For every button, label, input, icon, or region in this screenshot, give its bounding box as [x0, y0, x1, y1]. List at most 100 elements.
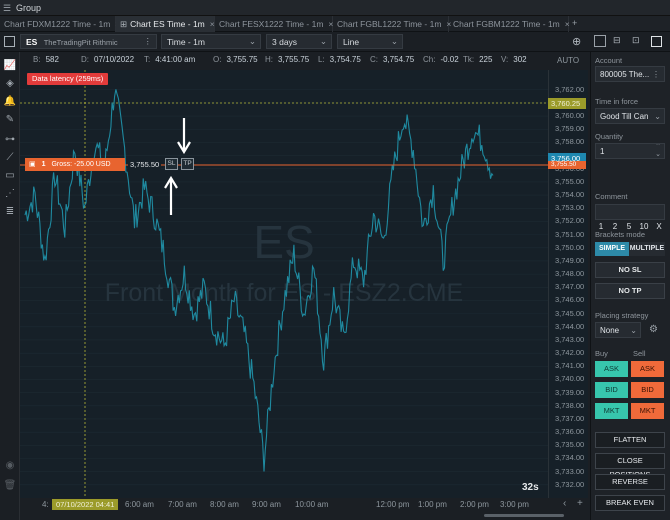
price-flag-position: 3,755.50 — [548, 161, 586, 169]
qty-clear[interactable]: X — [653, 220, 665, 234]
rectangle-icon[interactable]: ▭ — [3, 168, 17, 182]
y-tick-label: 3,741.00 — [555, 361, 585, 371]
y-tick-label: 3,746.00 — [555, 295, 585, 305]
no-tp-button[interactable]: NO TP — [595, 283, 665, 299]
buy-market-button[interactable]: MKT — [595, 403, 628, 419]
horizontal-scrollbar[interactable] — [484, 514, 564, 517]
y-tick-label: 3,737.00 — [555, 413, 585, 423]
search-zoom-icon[interactable]: ⊕ — [572, 35, 581, 48]
x-tick-label: 1:00 pm — [418, 500, 447, 509]
sell-ask-button[interactable]: ASK — [631, 361, 664, 377]
y-tick-label: 3,752.00 — [555, 216, 585, 226]
pencil-icon[interactable]: ✎ — [3, 112, 17, 126]
sell-bid-button[interactable]: BID — [631, 382, 664, 398]
info-date: D: 07/10/2022 — [81, 55, 135, 64]
chart-canvas[interactable]: ES Front Month for ES - ESZ2.CME — [20, 70, 548, 498]
break-even-button[interactable]: BREAK EVEN — [595, 495, 665, 511]
comment-input[interactable] — [595, 204, 665, 220]
brackets-simple[interactable]: SIMPLE — [595, 242, 629, 256]
stepper-arrows-icon[interactable]: ⌃ ⌄ — [655, 144, 661, 158]
close-icon[interactable]: × — [565, 19, 570, 29]
eye-icon[interactable]: ◉ — [3, 458, 17, 472]
menu-icon[interactable]: ☰ — [3, 3, 11, 14]
bell-icon[interactable]: 🔔 — [3, 94, 17, 108]
y-tick-label: 3,762.00 — [555, 84, 585, 94]
tab-fdxm[interactable]: Chart FDXM1222 Time - 1m× — [0, 16, 120, 32]
close-positions-button[interactable]: CLOSE POSITIONS — [595, 453, 665, 479]
timeframe-select[interactable]: Time - 1m ⌄ — [161, 34, 261, 49]
symbol-selector[interactable]: ES TheTradingPit Rithmic ⋮ — [20, 34, 157, 49]
price-flag-crosshair: 3,760.25 — [548, 98, 586, 109]
time-axis[interactable]: 07/10/2022 04:41 ‹ + 4: 6:00 am 7:00 am 8:0… — [20, 498, 588, 512]
info-change: Ch: -0.02 — [423, 55, 459, 64]
close-icon[interactable]: × — [210, 19, 215, 29]
chart-style-select[interactable]: Line ⌄ — [337, 34, 403, 49]
reverse-button[interactable]: REVERSE — [595, 474, 665, 490]
account-select[interactable]: 800005 The... ⋮ — [595, 66, 665, 82]
ohlc-infobar: B: 582 D: 07/10/2022 T: 4:41:00 am O: 3,755.… — [20, 55, 550, 67]
buy-ask-button[interactable]: ASK — [595, 361, 628, 377]
no-sl-button[interactable]: NO SL — [595, 262, 665, 278]
fibonacci-icon[interactable]: ⋰ — [3, 186, 17, 200]
range-select[interactable]: 3 days ⌄ — [266, 34, 332, 49]
chevron-down-icon: ⌄ — [654, 112, 661, 121]
quantity-label: Quantity — [595, 132, 623, 141]
annotation-arrow-up — [164, 175, 178, 215]
buy-bid-button[interactable]: BID — [595, 382, 628, 398]
tab-es[interactable]: ⊞ Chart ES Time - 1m × — [116, 16, 215, 32]
y-tick-label: 3,745.00 — [555, 308, 585, 318]
take-profit-button[interactable]: TP — [181, 158, 194, 170]
ruler-icon[interactable]: ≣ — [3, 204, 17, 218]
brackets-multiple[interactable]: MULTIPLE — [629, 242, 665, 256]
x-tick-label: 6:00 am — [125, 500, 154, 509]
y-tick-label: 3,753.00 — [555, 203, 585, 213]
price-chart[interactable]: ES Front Month for ES - ESZ2.CME Data la… — [20, 70, 548, 498]
placing-strategy-select[interactable]: None ⌄ — [595, 322, 641, 338]
tab-bar: Chart FDXM1222 Time - 1m× ⊞Chart ES Time… — [0, 16, 670, 32]
sidebar-toggle-icon[interactable] — [651, 36, 662, 47]
y-tick-label: 3,736.00 — [555, 427, 585, 437]
tif-select[interactable]: Good Till Can ⌄ — [595, 108, 665, 124]
lock-icon[interactable]: ⊡ — [632, 35, 640, 46]
x-tick-label: 7:00 am — [168, 500, 197, 509]
chart-type-icon[interactable]: 📈 — [3, 58, 17, 72]
tab-fgbl[interactable]: Chart FGBL1222 Time - 1m × — [333, 16, 451, 32]
x-tick-label: 4: — [42, 500, 49, 509]
tab-label: Chart ES Time - 1m — [130, 19, 205, 29]
tab-fgbm[interactable]: Chart FGBM1222 Time - 1m × — [449, 16, 570, 32]
position-pnl: Gross: -25.00 USD — [51, 161, 111, 168]
table-icon[interactable] — [594, 35, 606, 47]
layers-icon[interactable]: ◈ — [3, 76, 17, 90]
quantity-stepper[interactable]: 1 ⌃ ⌄ — [595, 143, 665, 159]
chevron-left-icon[interactable]: ‹ — [563, 498, 566, 509]
x-tick-label: 10:00 am — [295, 500, 329, 509]
sell-label: Sell — [633, 349, 646, 358]
symbol: ES — [26, 37, 38, 47]
kebab-icon[interactable]: ⋮ — [144, 36, 153, 47]
annotation-arrow-down — [177, 118, 191, 155]
tab-label: Chart FGBL1222 Time - 1m — [337, 19, 442, 29]
kebab-icon: ⋮ — [652, 70, 660, 79]
stop-loss-button[interactable]: SL — [165, 158, 178, 170]
info-ticks: Tk: 225 — [463, 55, 493, 64]
briefcase-icon: ▣ — [29, 161, 36, 168]
auto-scale-label[interactable]: AUTO — [557, 56, 579, 65]
add-tab-icon[interactable]: + — [572, 18, 577, 28]
trendline-icon[interactable]: ⟋ — [3, 150, 17, 164]
watermark-symbol: ES — [253, 216, 314, 268]
tab-fesx[interactable]: Chart FESX1222 Time - 1m × — [215, 16, 333, 32]
x-tick-label: 9:00 am — [252, 500, 281, 509]
gear-icon[interactable]: ⚙ — [649, 324, 658, 335]
flatten-button[interactable]: FLATTEN — [595, 432, 665, 448]
y-tick-label: 3,744.00 — [555, 321, 585, 331]
info-open: O: 3,755.75 — [213, 55, 258, 64]
position-label[interactable]: ▣ 1 Gross: -25.00 USD — [25, 158, 125, 171]
add-icon[interactable]: + — [577, 498, 583, 509]
bag-icon[interactable]: ⊟ — [613, 35, 621, 46]
bar-timer: 32s — [522, 482, 539, 493]
trash-icon[interactable]: 🗑 — [3, 478, 17, 492]
horizontal-line-icon[interactable]: ⊶ — [3, 132, 17, 146]
price-axis[interactable]: 3,762.003,761.003,760.003,759.003,758.00… — [548, 70, 588, 498]
panel-toggle-icon[interactable] — [4, 36, 15, 47]
sell-market-button[interactable]: MKT — [631, 403, 664, 419]
